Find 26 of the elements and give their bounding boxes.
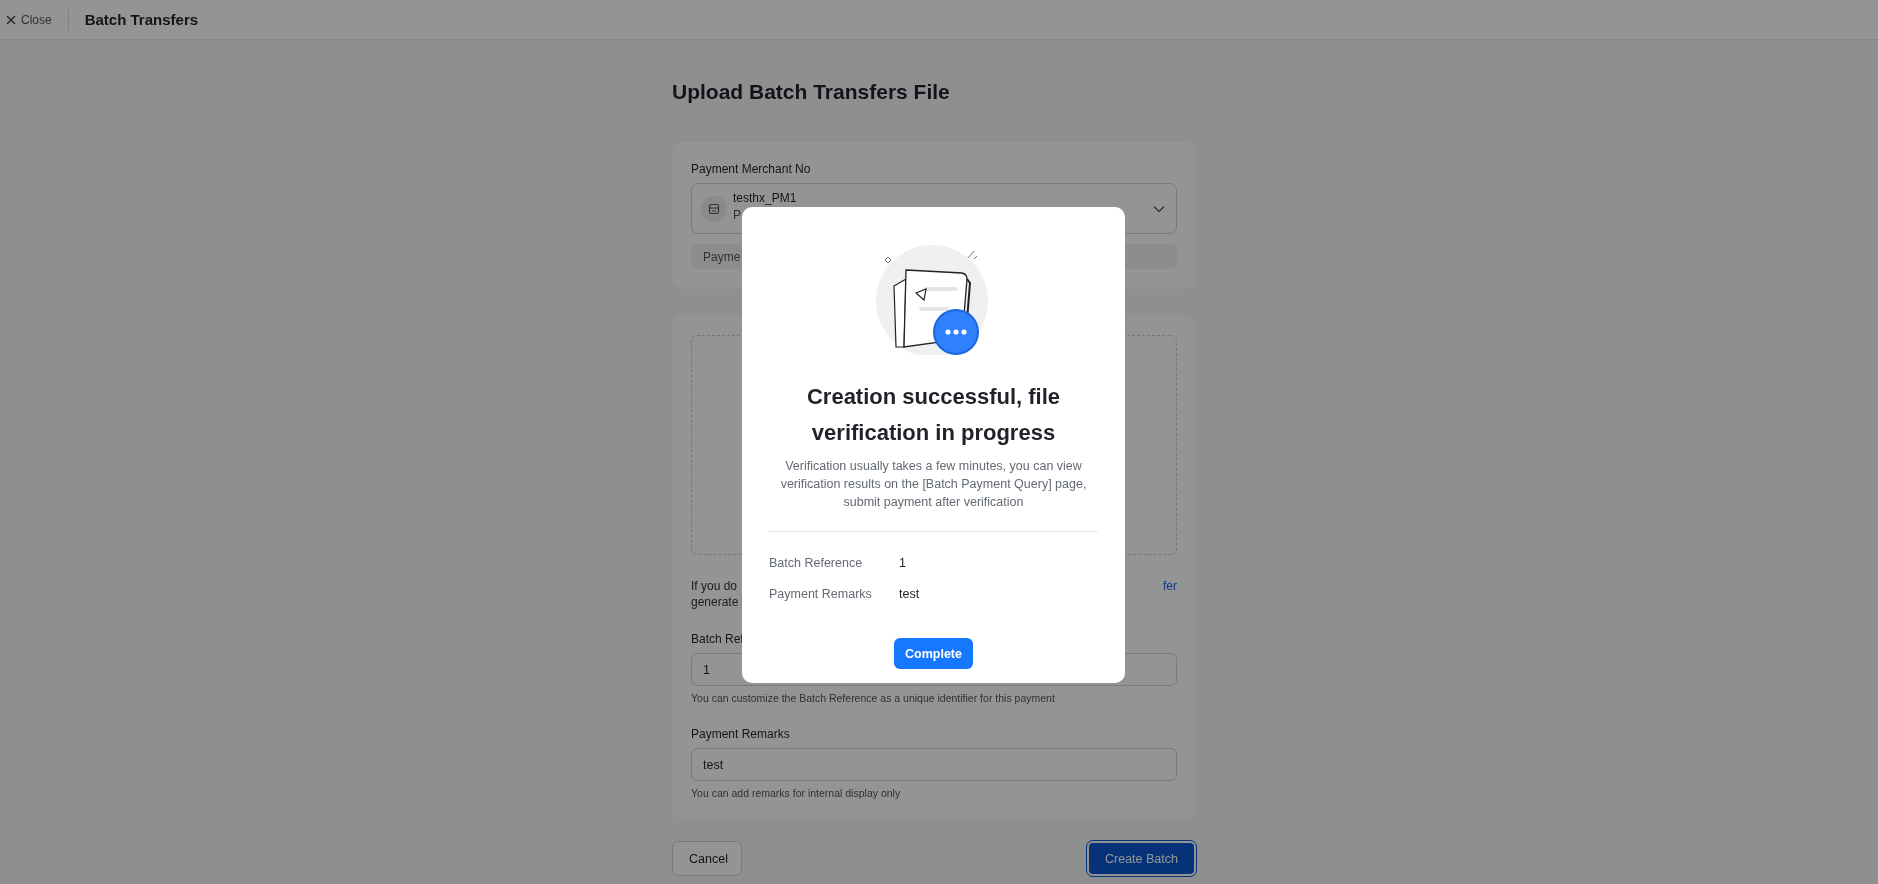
detail-value: test xyxy=(899,587,920,601)
cancel-button[interactable]: Cancel xyxy=(672,841,742,876)
dialog-description: Verification usually takes a few minutes, you can view verification results on the [Batch Payment Query] page, submit payment after verification xyxy=(779,458,1088,511)
store-icon xyxy=(701,195,727,222)
help-text: You can customize the Batch Reference as a unique identifier for this payment xyxy=(691,692,1056,704)
page-title: Upload Batch Transfers File xyxy=(672,80,951,104)
create-batch-button[interactable]: Create Batch xyxy=(1087,841,1196,876)
detail-label: Batch Reference xyxy=(769,556,864,570)
page-header-title: Batch Transfers xyxy=(84,11,199,28)
field-label: Payment Merchant No xyxy=(691,162,811,176)
detail-label: Payment Remarks xyxy=(769,587,873,601)
template-link[interactable]: fer xyxy=(1163,579,1177,609)
input-field[interactable]: test xyxy=(691,748,1177,781)
detail-value: 1 xyxy=(899,556,906,570)
hint-text: generate xyxy=(691,595,739,609)
hint-text: If you do xyxy=(691,579,739,593)
complete-button[interactable]: Complete xyxy=(894,638,973,669)
close-icon xyxy=(6,14,16,25)
merchant-name: testhx_PM1 xyxy=(733,191,798,205)
chevron-down-icon xyxy=(1153,204,1165,213)
merchant-subtext: P xyxy=(733,208,742,222)
help-text: You can add remarks for internal display only xyxy=(691,787,902,799)
close-button[interactable]: Close xyxy=(6,12,52,27)
info-text: Payme xyxy=(703,249,741,264)
dialog-title: Creation successful, file verification in progress xyxy=(805,383,1062,447)
field-label: Payment Remarks xyxy=(691,727,790,741)
